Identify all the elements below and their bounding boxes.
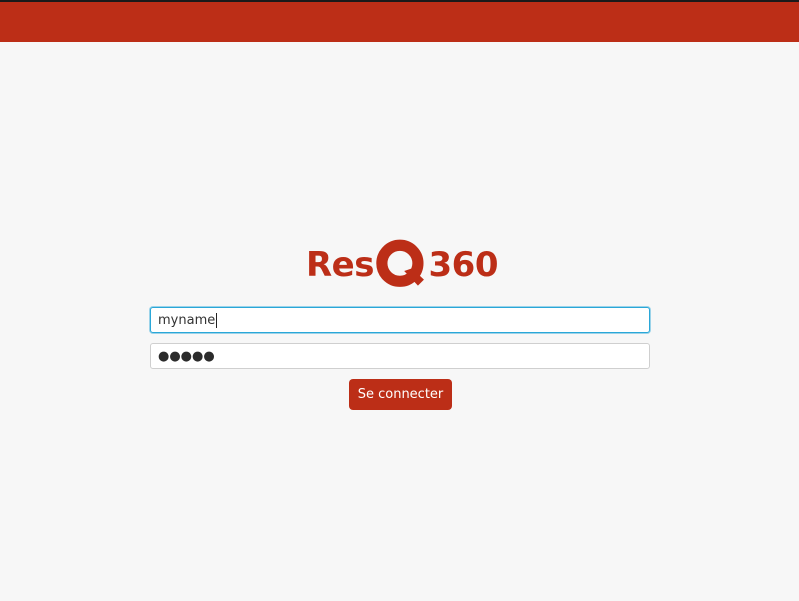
username-input[interactable]: myname xyxy=(150,307,650,333)
top-bar xyxy=(0,0,799,42)
password-mask: ●●●●● xyxy=(158,348,215,364)
password-input[interactable]: ●●●●● xyxy=(150,343,650,369)
logo-q-icon xyxy=(376,239,424,287)
username-value: myname xyxy=(158,312,216,328)
logo-text-360: 360 xyxy=(428,245,499,285)
text-caret xyxy=(216,312,218,328)
logo-text-res: Res xyxy=(306,245,374,285)
login-button[interactable]: Se connecter xyxy=(349,379,452,410)
resq360-logo: Res 360 xyxy=(306,236,499,294)
